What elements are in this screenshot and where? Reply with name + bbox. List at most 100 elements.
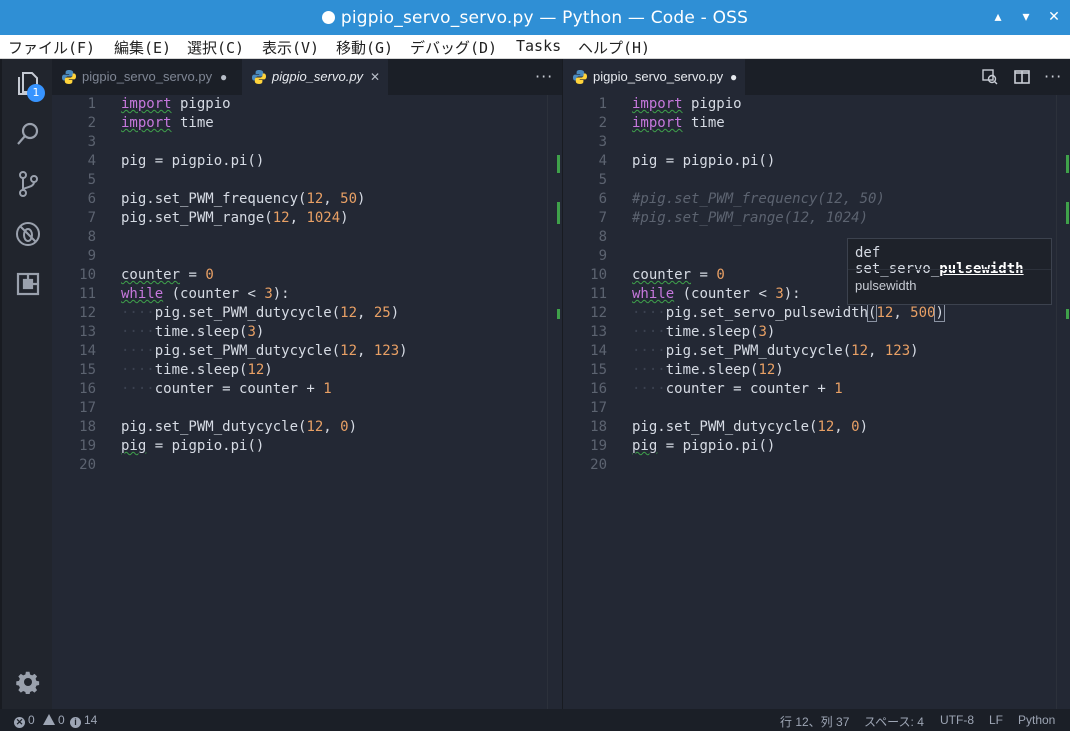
indentation[interactable]: スペース: 4 — [864, 713, 924, 730]
line-number: 7 — [598, 210, 607, 226]
end-of-line[interactable]: LF — [989, 713, 1003, 727]
menu-edit[interactable]: 編集(E) — [114, 37, 171, 58]
warnings-status[interactable]: 0 — [43, 713, 65, 727]
maximize-button[interactable]: ▾ — [1018, 9, 1034, 25]
unsaved-dot-icon — [321, 11, 335, 24]
language-mode[interactable]: Python — [1018, 713, 1055, 727]
parameter-hint-popup: def set_servo_pulsewidth pulsewidth — [847, 238, 1052, 305]
line-number: 1 — [598, 96, 607, 112]
line-number: 14 — [79, 343, 96, 359]
line-number: 13 — [590, 324, 607, 340]
python-icon — [62, 70, 76, 84]
change-marker — [557, 309, 560, 319]
line-number: 10 — [590, 267, 607, 283]
line-number: 8 — [87, 229, 96, 245]
menu-help[interactable]: ヘルプ(H) — [578, 37, 650, 58]
line-number: 14 — [590, 343, 607, 359]
extensions-icon[interactable] — [14, 270, 42, 298]
minimize-button[interactable]: ▴ — [990, 9, 1006, 25]
info-status[interactable]: i 14 — [70, 713, 97, 728]
overview-ruler — [1056, 95, 1057, 709]
left-editor-group: pigpio_servo_servo.py ● pigpio_servo.py … — [52, 59, 562, 709]
warning-icon — [43, 714, 55, 725]
change-marker — [1066, 155, 1069, 173]
more-actions-icon[interactable]: ··· — [535, 67, 553, 86]
open-changes-icon[interactable] — [982, 69, 998, 85]
line-number: 2 — [87, 115, 96, 131]
parameter-doc: pulsewidth — [855, 278, 917, 293]
title-bar: pigpio_servo_servo.py — Python — Code - … — [0, 0, 1070, 35]
menu-debug[interactable]: デバッグ(D) — [410, 37, 497, 58]
gear-icon[interactable] — [16, 670, 40, 695]
encoding[interactable]: UTF-8 — [940, 713, 974, 727]
line-number: 19 — [79, 438, 96, 454]
change-marker — [1066, 202, 1069, 224]
line-number: 7 — [87, 210, 96, 226]
right-code-editor[interactable]: 1 import pigpio 2 import time 3 4 pig = pig… — [563, 95, 1070, 709]
left-code-editor[interactable]: 1 import pigpio 2 import time 3 4 pig = pig… — [52, 95, 562, 709]
line-number: 5 — [87, 172, 96, 188]
left-tab-bar: pigpio_servo_servo.py ● pigpio_servo.py … — [52, 59, 562, 95]
activity-bar: 1 — [0, 59, 52, 709]
line-number: 20 — [79, 457, 96, 473]
change-marker — [1066, 309, 1069, 319]
explorer-badge: 1 — [27, 84, 45, 102]
line-number: 20 — [590, 457, 607, 473]
menu-selection[interactable]: 選択(C) — [187, 37, 244, 58]
line-number: 8 — [598, 229, 607, 245]
line-number: 6 — [87, 191, 96, 207]
line-number: 18 — [79, 419, 96, 435]
line-number: 17 — [79, 400, 96, 416]
line-number: 9 — [598, 248, 607, 264]
search-icon[interactable] — [14, 120, 42, 148]
menu-view[interactable]: 表示(V) — [262, 37, 319, 58]
problems-status[interactable]: ✕ 0 — [14, 713, 35, 728]
window-title: pigpio_servo_servo.py — Python — Code - … — [0, 8, 1070, 28]
close-tab-icon[interactable]: ✕ — [370, 59, 380, 95]
source-control-icon[interactable] — [14, 170, 42, 198]
line-number: 13 — [79, 324, 96, 340]
line-number: 11 — [79, 286, 96, 302]
line-number: 3 — [87, 134, 96, 150]
menu-go[interactable]: 移動(G) — [336, 37, 393, 58]
line-number: 12 — [590, 305, 607, 321]
line-number: 17 — [590, 400, 607, 416]
more-actions-icon[interactable]: ··· — [1044, 67, 1062, 86]
cursor-position[interactable]: 行 12、列 37 — [780, 713, 849, 730]
right-tab-bar: pigpio_servo_servo.py ● ··· — [563, 59, 1070, 95]
right-editor-group: pigpio_servo_servo.py ● ··· 1 import pigp… — [562, 59, 1070, 709]
line-number: 9 — [87, 248, 96, 264]
line-number: 12 — [79, 305, 96, 321]
unsaved-dot-icon[interactable]: ● — [220, 59, 227, 95]
line-number: 1 — [87, 96, 96, 112]
line-number: 6 — [598, 191, 607, 207]
line-number: 2 — [598, 115, 607, 131]
info-icon: i — [70, 717, 81, 728]
line-number: 11 — [590, 286, 607, 302]
overview-ruler — [547, 95, 548, 709]
error-icon: ✕ — [14, 717, 25, 728]
unsaved-dot-icon[interactable]: ● — [730, 59, 737, 95]
line-number: 4 — [87, 153, 96, 169]
menu-tasks[interactable]: Tasks — [516, 37, 561, 55]
line-number: 15 — [590, 362, 607, 378]
debug-icon[interactable] — [14, 220, 42, 248]
tab-pigpio-servo[interactable]: pigpio_servo.py ✕ — [242, 59, 388, 95]
line-number: 19 — [590, 438, 607, 454]
split-editor-icon[interactable] — [1014, 69, 1030, 85]
line-number: 5 — [598, 172, 607, 188]
line-number: 18 — [590, 419, 607, 435]
signature-text: def set_servo_pulsewidth — [855, 245, 1024, 277]
python-icon — [252, 70, 266, 84]
menu-file[interactable]: ファイル(F) — [8, 37, 95, 58]
line-number: 10 — [79, 267, 96, 283]
close-window-button[interactable]: ✕ — [1046, 9, 1062, 25]
tab-pigpio-servo-servo[interactable]: pigpio_servo_servo.py ● — [563, 59, 745, 95]
tab-pigpio-servo-servo[interactable]: pigpio_servo_servo.py ● — [52, 59, 240, 95]
line-number: 3 — [598, 134, 607, 150]
line-number: 15 — [79, 362, 96, 378]
status-bar: ✕ 0 0 i 14 行 12、列 37 スペース: 4 UTF-8 LF Pyth… — [0, 709, 1070, 731]
line-number: 4 — [598, 153, 607, 169]
change-marker — [557, 155, 560, 173]
line-number: 16 — [590, 381, 607, 397]
